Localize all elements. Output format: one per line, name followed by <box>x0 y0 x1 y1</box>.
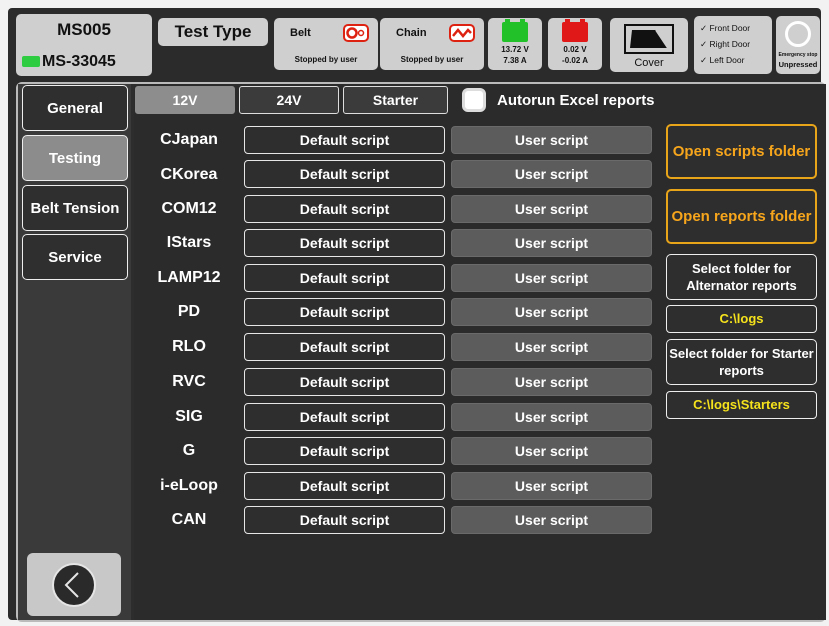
battery-green-icon <box>502 19 528 42</box>
emergency-stop-icon <box>785 21 811 47</box>
right-door-status: ✓ Right Door <box>700 39 751 49</box>
select-alternator-folder-button[interactable]: Select folder for Alternator reports <box>666 254 817 300</box>
default-script-button[interactable]: Default script <box>244 229 445 257</box>
user-script-button[interactable]: User script <box>451 126 652 154</box>
default-script-button[interactable]: Default script <box>244 333 445 361</box>
tab-24v[interactable]: 24V <box>239 86 339 114</box>
script-name: PD <box>177 303 201 320</box>
status-led-icon <box>22 56 40 67</box>
tab-12v[interactable]: 12V <box>135 86 235 114</box>
chevron-left-icon <box>52 563 96 607</box>
chain-motor-icon <box>449 24 475 42</box>
cover-icon <box>624 24 674 54</box>
battery-2-current: -0.02 A <box>562 56 588 65</box>
open-scripts-folder-button[interactable]: Open scripts folder <box>666 124 817 179</box>
test-type-button[interactable]: Test Type <box>158 18 268 46</box>
battery-1-current: 7.38 A <box>503 56 527 65</box>
script-name: RVC <box>172 373 206 390</box>
chain-label: Chain <box>396 27 427 39</box>
script-name: G <box>182 442 196 459</box>
user-script-button[interactable]: User script <box>451 472 652 500</box>
script-name: CKorea <box>160 166 218 183</box>
autorun-checkbox[interactable] <box>462 88 486 112</box>
left-door-status: ✓ Left Door <box>700 55 745 65</box>
user-script-button[interactable]: User script <box>451 160 652 188</box>
default-script-button[interactable]: Default script <box>244 368 445 396</box>
battery-2: 0.02 V -0.02 A <box>548 18 602 70</box>
autorun-label: Autorun Excel reports <box>497 92 655 109</box>
battery-red-icon <box>562 19 588 42</box>
model-title: MS005 <box>57 20 111 39</box>
battery-1-voltage: 13.72 V <box>501 45 529 54</box>
script-name: LAMP12 <box>157 269 221 286</box>
script-name: IStars <box>166 234 212 251</box>
script-name: i-eLoop <box>160 477 218 494</box>
cover-status: Cover <box>610 18 688 72</box>
default-script-button[interactable]: Default script <box>244 126 445 154</box>
front-door-status: ✓ Front Door <box>700 23 751 33</box>
script-name: CJapan <box>160 131 218 148</box>
model-box: MS005 MS-33045 <box>16 14 152 76</box>
starter-path: C:\logs\Starters <box>666 391 817 419</box>
user-script-button[interactable]: User script <box>451 333 652 361</box>
tab-starter[interactable]: Starter <box>343 86 448 114</box>
belt-label: Belt <box>290 27 311 39</box>
battery-1: 13.72 V 7.38 A <box>488 18 542 70</box>
chain-status[interactable]: Chain Stopped by user <box>380 18 484 70</box>
user-script-button[interactable]: User script <box>451 195 652 223</box>
estop-state: Unpressed <box>778 60 818 69</box>
script-name: RLO <box>172 338 206 355</box>
script-name: COM12 <box>161 200 217 217</box>
cover-label: Cover <box>634 57 664 69</box>
chain-status-text: Stopped by user <box>400 55 464 64</box>
belt-status[interactable]: Belt Stopped by user <box>274 18 378 70</box>
emergency-stop-status: Emergency stop Unpressed <box>776 16 820 74</box>
user-script-button[interactable]: User script <box>451 229 652 257</box>
user-script-button[interactable]: User script <box>451 437 652 465</box>
belt-status-text: Stopped by user <box>294 55 358 64</box>
sidebar-item-belt-tension[interactable]: Belt Tension <box>22 185 128 231</box>
default-script-button[interactable]: Default script <box>244 160 445 188</box>
default-script-button[interactable]: Default script <box>244 264 445 292</box>
default-script-button[interactable]: Default script <box>244 298 445 326</box>
default-script-button[interactable]: Default script <box>244 472 445 500</box>
estop-title: Emergency stop <box>778 52 818 58</box>
back-button[interactable] <box>27 553 121 616</box>
user-script-button[interactable]: User script <box>451 506 652 534</box>
select-starter-folder-button[interactable]: Select folder for Starter reports <box>666 339 817 385</box>
alternator-path: C:\logs <box>666 305 817 333</box>
user-script-button[interactable]: User script <box>451 298 652 326</box>
sidebar-item-service[interactable]: Service <box>22 234 128 280</box>
script-name: SIG <box>175 408 203 425</box>
user-script-button[interactable]: User script <box>451 264 652 292</box>
serial-number: MS-33045 <box>42 53 116 70</box>
default-script-button[interactable]: Default script <box>244 437 445 465</box>
battery-2-voltage: 0.02 V <box>563 45 587 54</box>
script-name: CAN <box>171 511 207 528</box>
user-script-button[interactable]: User script <box>451 403 652 431</box>
open-reports-folder-button[interactable]: Open reports folder <box>666 189 817 244</box>
sidebar-item-testing[interactable]: Testing <box>22 135 128 181</box>
default-script-button[interactable]: Default script <box>244 195 445 223</box>
doors-status: ✓ Front Door ✓ Right Door ✓ Left Door <box>694 16 772 74</box>
user-script-button[interactable]: User script <box>451 368 652 396</box>
belt-motor-icon <box>343 24 369 42</box>
default-script-button[interactable]: Default script <box>244 506 445 534</box>
sidebar-item-general[interactable]: General <box>22 85 128 131</box>
default-script-button[interactable]: Default script <box>244 403 445 431</box>
